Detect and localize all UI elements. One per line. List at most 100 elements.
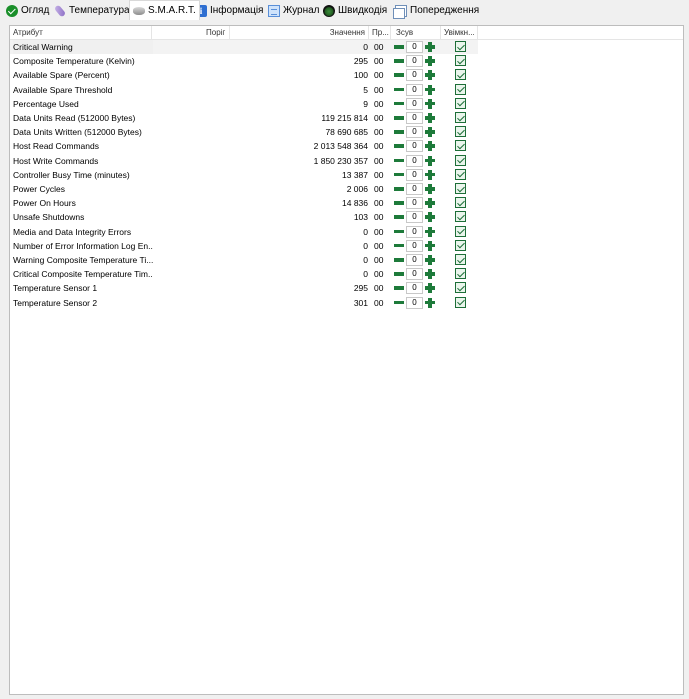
table-row[interactable]: Media and Data Integrity Errors 0 00 0 [10, 225, 683, 239]
enabled-checkbox[interactable] [455, 239, 466, 251]
table-row[interactable]: Available Spare Threshold 5 00 0 [10, 83, 683, 97]
table-row[interactable]: Number of Error Information Log En... 0 00… [10, 239, 683, 253]
minus-icon[interactable] [393, 226, 405, 238]
enabled-checkbox[interactable] [455, 268, 466, 280]
table-row[interactable]: Power Cycles 2 006 00 0 [10, 182, 683, 196]
offset-input[interactable]: 0 [406, 126, 423, 139]
plus-icon[interactable] [424, 183, 436, 195]
plus-icon[interactable] [424, 211, 436, 223]
minus-icon[interactable] [393, 211, 405, 223]
plus-icon[interactable] [424, 69, 436, 81]
plus-icon[interactable] [424, 268, 436, 280]
tab-overview[interactable]: Огляд [3, 2, 52, 19]
minus-icon[interactable] [393, 268, 405, 280]
offset-input[interactable]: 0 [406, 197, 423, 210]
minus-icon[interactable] [393, 183, 405, 195]
table-row[interactable]: Temperature Sensor 2 301 00 0 [10, 296, 683, 310]
enabled-checkbox[interactable] [455, 168, 466, 180]
offset-input[interactable]: 0 [406, 112, 423, 124]
offset-input[interactable]: 0 [406, 69, 423, 82]
plus-icon[interactable] [424, 84, 436, 96]
minus-icon[interactable] [393, 69, 405, 81]
offset-input[interactable]: 0 [406, 183, 423, 195]
tab-log[interactable]: Журнал [265, 2, 323, 19]
plus-icon[interactable] [424, 226, 436, 238]
enabled-checkbox[interactable] [455, 225, 466, 237]
minus-icon[interactable] [393, 112, 405, 124]
enabled-checkbox[interactable] [455, 97, 466, 109]
table-row[interactable]: Host Read Commands 2 013 548 364 00 0 [10, 139, 683, 153]
enabled-checkbox[interactable] [455, 183, 466, 194]
column-header-offset[interactable]: Зсув [391, 26, 441, 40]
plus-icon[interactable] [424, 169, 436, 181]
enabled-checkbox[interactable] [455, 154, 466, 166]
table-row[interactable]: Critical Composite Temperature Tim... 0 00… [10, 267, 683, 281]
table-row[interactable]: Controller Busy Time (minutes) 13 387 00 0 [10, 168, 683, 182]
plus-icon[interactable] [424, 55, 436, 67]
plus-icon[interactable] [424, 41, 436, 53]
tab-performance[interactable]: Швидкодія [320, 2, 390, 19]
offset-input[interactable]: 0 [406, 296, 423, 309]
table-row[interactable]: Data Units Written (512000 Bytes) 78 690 … [10, 125, 683, 139]
column-header-raw[interactable]: Пр... [369, 26, 391, 40]
minus-icon[interactable] [393, 197, 405, 209]
minus-icon[interactable] [393, 41, 405, 53]
offset-input[interactable]: 0 [406, 211, 423, 224]
column-header-enabled[interactable]: Увімкн... [441, 26, 478, 40]
offset-input[interactable]: 0 [406, 41, 423, 53]
plus-icon[interactable] [424, 98, 436, 110]
column-header-attribute[interactable]: Атрибут [10, 26, 152, 40]
offset-input[interactable]: 0 [406, 97, 423, 110]
minus-icon[interactable] [393, 126, 405, 138]
minus-icon[interactable] [393, 98, 405, 110]
enabled-checkbox[interactable] [455, 83, 466, 95]
table-row[interactable]: Composite Temperature (Kelvin) 295 00 0 [10, 54, 683, 68]
plus-icon[interactable] [424, 282, 436, 294]
table-row[interactable]: Power On Hours 14 836 00 0 [10, 196, 683, 210]
enabled-checkbox[interactable] [455, 211, 466, 223]
enabled-checkbox[interactable] [455, 254, 466, 265]
enabled-checkbox[interactable] [455, 197, 466, 209]
plus-icon[interactable] [424, 297, 436, 309]
enabled-checkbox[interactable] [455, 140, 466, 152]
enabled-checkbox[interactable] [455, 69, 466, 81]
offset-input[interactable]: 0 [406, 83, 423, 96]
minus-icon[interactable] [393, 155, 405, 167]
offset-input[interactable]: 0 [406, 55, 423, 68]
minus-icon[interactable] [393, 55, 405, 67]
tab-warnings[interactable]: Попередження [390, 2, 482, 19]
tab-smart[interactable]: S.M.A.R.T. [129, 0, 200, 20]
enabled-checkbox[interactable] [455, 126, 466, 138]
minus-icon[interactable] [393, 169, 405, 181]
offset-input[interactable]: 0 [406, 239, 423, 252]
offset-input[interactable]: 0 [406, 268, 423, 281]
minus-icon[interactable] [393, 282, 405, 294]
enabled-checkbox[interactable] [455, 282, 466, 294]
table-row[interactable]: Warning Composite Temperature Ti... 0 00 0 [10, 253, 683, 267]
offset-input[interactable]: 0 [406, 282, 423, 295]
enabled-checkbox[interactable] [455, 55, 466, 67]
minus-icon[interactable] [393, 297, 405, 309]
plus-icon[interactable] [424, 240, 436, 252]
minus-icon[interactable] [393, 254, 405, 266]
enabled-checkbox[interactable] [455, 41, 466, 52]
table-row[interactable]: Data Units Read (512000 Bytes) 119 215 81… [10, 111, 683, 125]
minus-icon[interactable] [393, 240, 405, 252]
table-row[interactable]: Unsafe Shutdowns 103 00 0 [10, 210, 683, 224]
table-row[interactable]: Critical Warning 0 00 0 [10, 40, 683, 54]
plus-icon[interactable] [424, 112, 436, 124]
enabled-checkbox[interactable] [455, 112, 466, 123]
column-header-threshold[interactable]: Поріг [152, 26, 230, 40]
offset-input[interactable]: 0 [406, 140, 423, 153]
tab-temperature[interactable]: Температура [51, 2, 133, 19]
tab-information[interactable]: i Інформація [192, 2, 266, 19]
offset-input[interactable]: 0 [406, 225, 423, 238]
plus-icon[interactable] [424, 254, 436, 266]
offset-input[interactable]: 0 [406, 168, 423, 181]
offset-input[interactable]: 0 [406, 254, 423, 266]
minus-icon[interactable] [393, 84, 405, 96]
table-row[interactable]: Temperature Sensor 1 295 00 0 [10, 281, 683, 295]
table-row[interactable]: Percentage Used 9 00 0 [10, 97, 683, 111]
enabled-checkbox[interactable] [455, 296, 466, 308]
plus-icon[interactable] [424, 140, 436, 152]
